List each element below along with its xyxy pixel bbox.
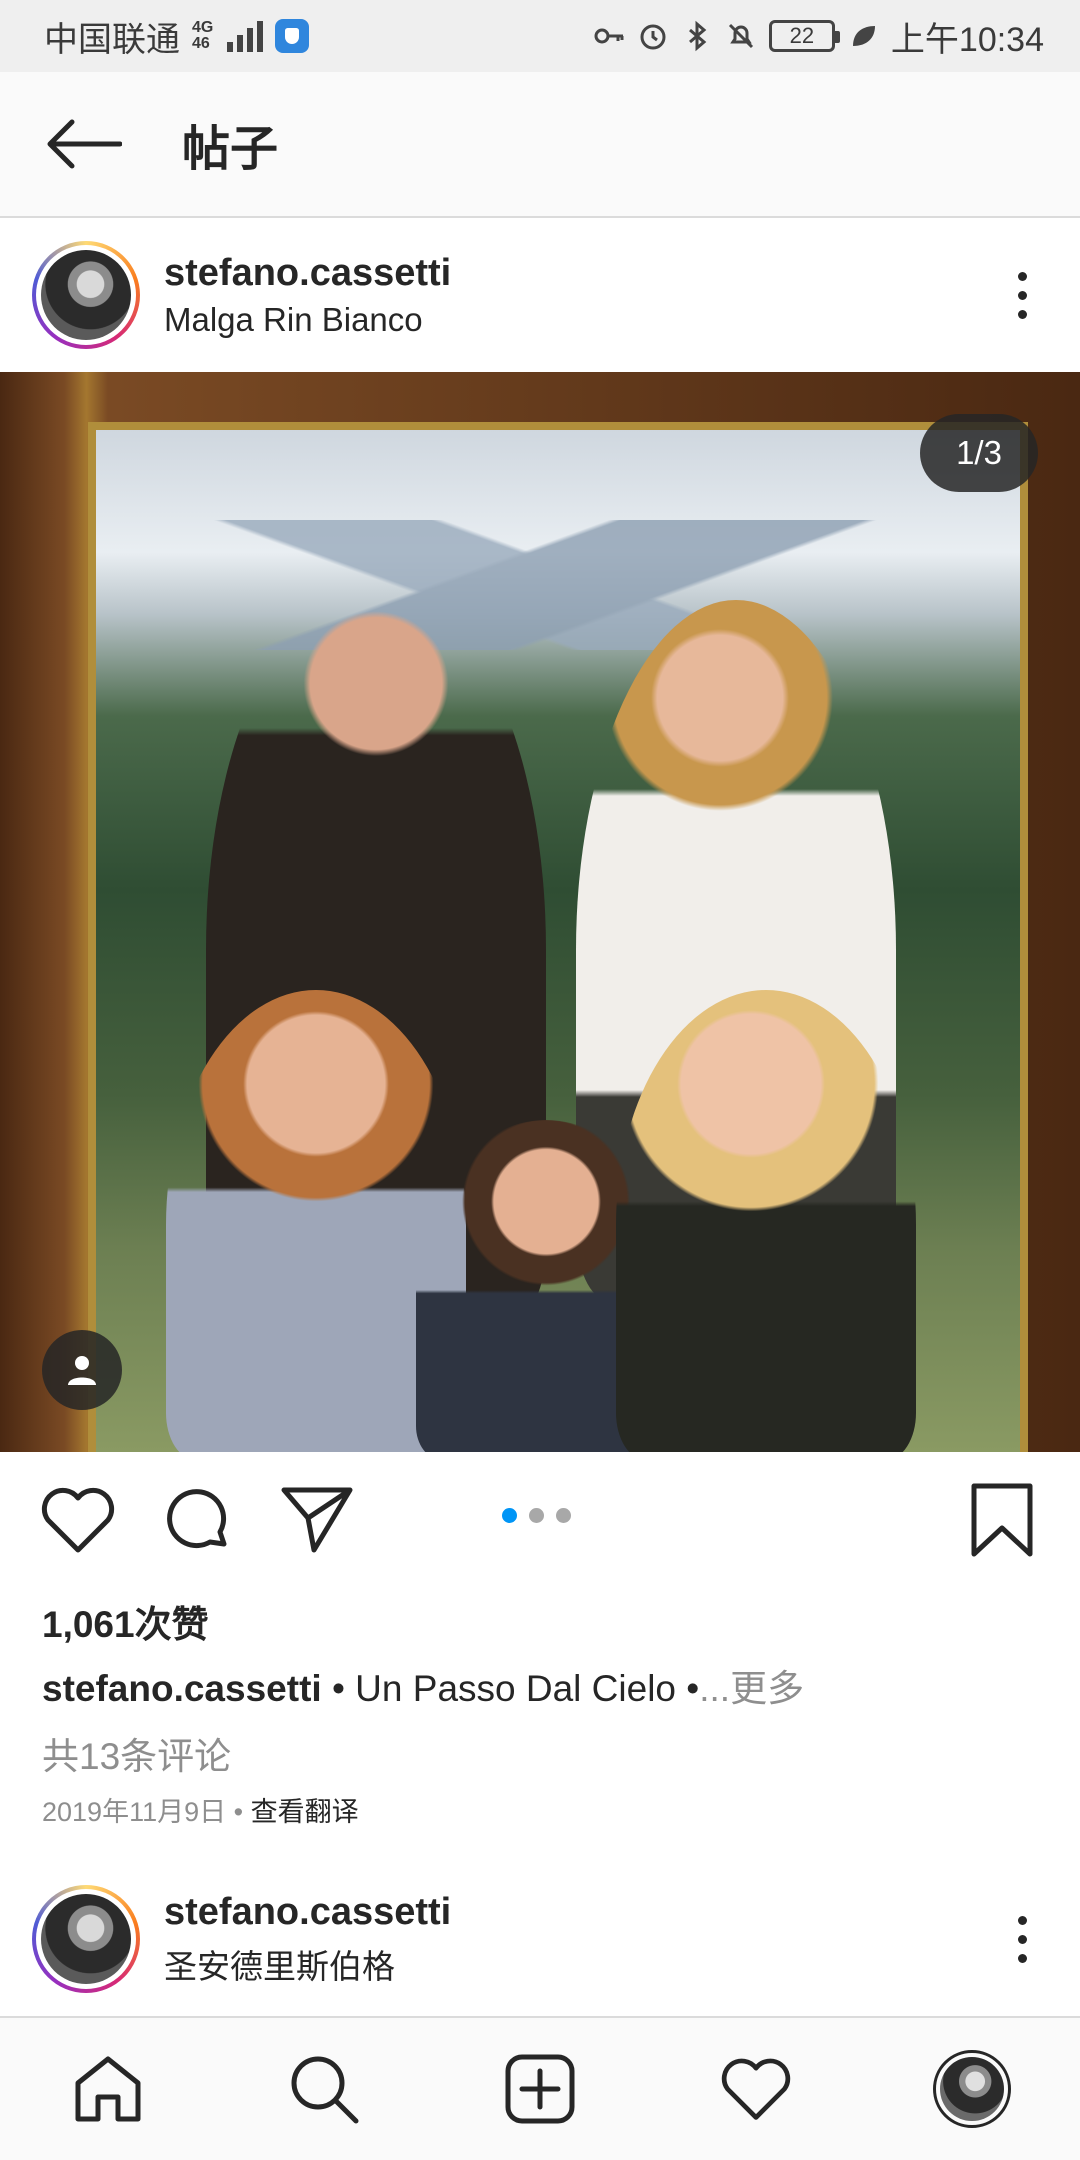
battery-indicator: 22 — [768, 20, 840, 52]
home-icon — [75, 2056, 141, 2122]
post-date-line: 2019年11月9日 • 查看翻译 — [42, 1790, 359, 1829]
carousel-indicator — [502, 1508, 571, 1523]
mountains — [96, 520, 1020, 650]
post-location[interactable]: Malga Rin Bianco — [164, 301, 451, 339]
security-shield-icon — [275, 19, 310, 53]
person-icon — [68, 1356, 96, 1385]
post-caption[interactable]: stefano.cassetti • Un Passo Dal Cielo •.… — [42, 1658, 804, 1712]
avatar[interactable] — [32, 241, 140, 349]
avatar[interactable] — [32, 1885, 140, 1993]
dot-icon — [1017, 290, 1027, 300]
mute-bell-icon — [728, 23, 753, 49]
post-username[interactable]: stefano.cassetti — [164, 252, 451, 295]
network-sub-label: 46 — [192, 35, 210, 52]
image-counter: 1/3 — [920, 414, 1038, 492]
bluetooth-icon — [688, 20, 707, 52]
next-post-location[interactable]: 圣安德里斯伯格 — [164, 1940, 451, 1988]
dot-icon — [1017, 1915, 1027, 1925]
key-icon — [594, 28, 624, 44]
see-translation-link[interactable]: 查看翻译 — [251, 1797, 359, 1827]
dot-icon — [1017, 271, 1027, 281]
back-button[interactable] — [24, 84, 144, 204]
top-app-bar: 帖子 — [0, 72, 1080, 218]
bookmark-icon — [971, 1483, 1033, 1557]
dot-icon — [1017, 1934, 1027, 1944]
share-button[interactable] — [278, 1480, 358, 1560]
profile-avatar — [933, 2050, 1011, 2128]
like-count[interactable]: 1,061次赞 — [42, 1594, 209, 1648]
leaf-icon — [852, 26, 875, 46]
battery-level: 22 — [789, 23, 815, 48]
nav-profile[interactable] — [922, 2039, 1022, 2139]
status-bar: 中国联通 4G 46 22 上午10:34 — [0, 0, 1080, 72]
carrier-name: 中国联通 — [44, 20, 180, 59]
status-left: 中国联通 4G 46 — [44, 12, 310, 61]
nav-home[interactable] — [58, 2039, 158, 2139]
network-type: 4G 46 — [192, 20, 213, 52]
post-header: stefano.cassetti Malga Rin Bianco — [0, 219, 1080, 371]
tagged-people-button[interactable] — [42, 1330, 122, 1410]
nav-search[interactable] — [274, 2039, 374, 2139]
caption-more-link[interactable]: ...更多 — [699, 1668, 804, 1709]
more-options-button[interactable] — [998, 255, 1046, 335]
carousel-dot — [556, 1508, 571, 1523]
like-button[interactable] — [38, 1480, 118, 1560]
caption-text: • Un Passo Dal Cielo • — [321, 1668, 700, 1709]
carousel-dot — [529, 1508, 544, 1523]
save-button[interactable] — [962, 1480, 1042, 1560]
bottom-navigation — [0, 2016, 1080, 2160]
person-girl-right — [616, 990, 916, 1452]
nav-new-post[interactable] — [490, 2039, 590, 2139]
post-date: 2019年11月9日 — [42, 1797, 227, 1827]
page-title: 帖子 — [182, 123, 279, 176]
activity-heart-icon — [721, 2058, 791, 2120]
add-post-icon — [505, 2054, 575, 2124]
avatar-image — [41, 1894, 131, 1984]
alarm-icon — [640, 24, 666, 50]
nav-activity[interactable] — [706, 2039, 806, 2139]
comment-icon — [167, 1489, 227, 1549]
next-post-username[interactable]: stefano.cassetti — [164, 1891, 451, 1934]
comment-button[interactable] — [158, 1480, 238, 1560]
post-user-meta: stefano.cassetti Malga Rin Bianco — [164, 252, 451, 339]
post-photo[interactable]: 1/3 — [0, 372, 1080, 1452]
caption-username[interactable]: stefano.cassetti — [42, 1668, 322, 1709]
search-icon — [291, 2056, 359, 2124]
photo-scene — [88, 422, 1028, 1452]
dot-icon — [1017, 1953, 1027, 1963]
send-icon — [281, 1487, 353, 1553]
heart-icon — [41, 1487, 115, 1553]
dot-icon — [1017, 309, 1027, 319]
clock-time: 上午10:34 — [890, 20, 1044, 59]
more-options-button[interactable] — [998, 1899, 1046, 1979]
next-post-user-meta: stefano.cassetti 圣安德里斯伯格 — [164, 1891, 451, 1988]
network-type-label: 4G — [192, 19, 214, 36]
arrow-left-icon — [47, 119, 122, 169]
view-comments-link[interactable]: 共13条评论 — [42, 1726, 231, 1780]
next-post-header: stefano.cassetti 圣安德里斯伯格 — [0, 1863, 1080, 2015]
signal-icon — [227, 20, 264, 52]
status-right: 22 上午10:34 — [593, 12, 1044, 61]
date-separator: • — [226, 1797, 251, 1827]
carousel-dot-active — [502, 1508, 517, 1523]
avatar-image — [41, 250, 131, 340]
